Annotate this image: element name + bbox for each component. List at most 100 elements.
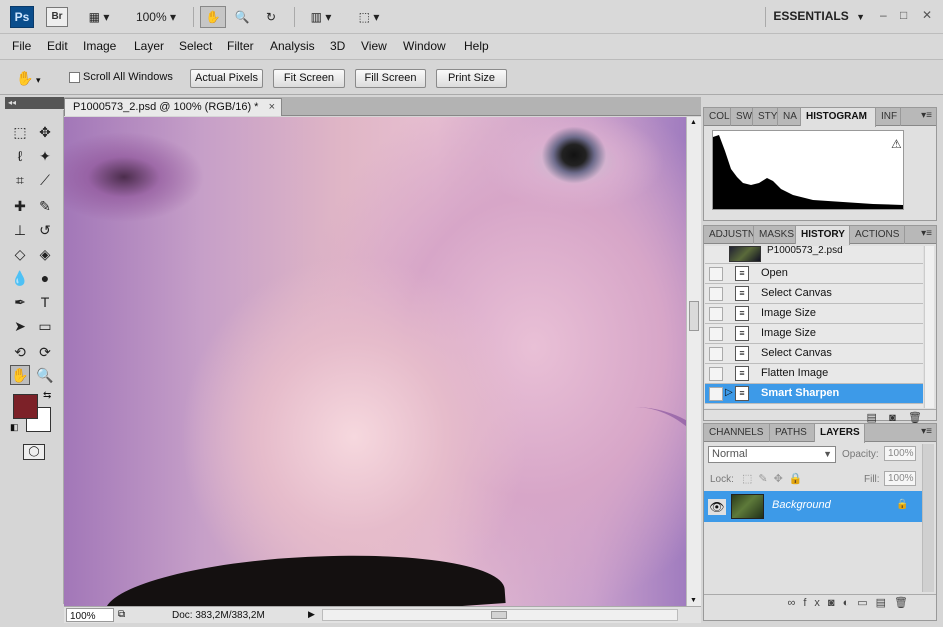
- vertical-scroll-thumb[interactable]: [689, 301, 699, 331]
- dodge-tool-icon[interactable]: ●: [35, 268, 55, 288]
- fill-screen-button[interactable]: Fill Screen: [355, 69, 426, 88]
- tab-layers[interactable]: LAYERS: [815, 424, 865, 443]
- actual-pixels-button[interactable]: Actual Pixels: [190, 69, 263, 88]
- blur-tool-icon[interactable]: 💧: [10, 268, 30, 288]
- magic-wand-icon[interactable]: ✦: [35, 146, 55, 166]
- workspace-switcher[interactable]: ESSENTIALS ▼: [773, 9, 865, 23]
- default-colors-icon[interactable]: ◧: [10, 422, 19, 433]
- tab-paths[interactable]: PATHS: [770, 424, 815, 442]
- menu-layer[interactable]: Layer: [134, 39, 164, 53]
- new-group-icon[interactable]: ▭: [857, 597, 875, 609]
- zoom-level-dropdown[interactable]: 100% ▾: [130, 6, 182, 28]
- zoom-tool-icon[interactable]: 🔍: [35, 365, 55, 385]
- history-state-slider-icon[interactable]: ▷: [725, 387, 733, 398]
- tab-styles[interactable]: STY: [753, 108, 778, 126]
- history-item[interactable]: ≡ Image Size: [705, 304, 923, 324]
- history-item[interactable]: ≡ Flatten Image: [705, 364, 923, 384]
- eraser-icon[interactable]: ◇: [10, 244, 30, 264]
- horizontal-scrollbar[interactable]: [322, 609, 678, 621]
- tab-adjustments[interactable]: ADJUSTN: [704, 226, 754, 244]
- close-document-icon[interactable]: ×: [269, 99, 275, 115]
- clone-stamp-icon[interactable]: ⊥: [10, 220, 30, 240]
- menu-select[interactable]: Select: [179, 39, 212, 53]
- lasso-tool-icon[interactable]: ℓ: [10, 146, 30, 166]
- adjustment-layer-icon[interactable]: ◐: [843, 597, 858, 609]
- view-extras-button[interactable]: ▦ ▾: [80, 6, 118, 28]
- menu-help[interactable]: Help: [464, 39, 489, 53]
- launch-bridge-button[interactable]: Br: [46, 7, 68, 27]
- tab-histogram[interactable]: HISTOGRAM: [801, 108, 876, 127]
- history-item[interactable]: ≡ Select Canvas: [705, 284, 923, 304]
- panel-menu-icon[interactable]: ▾≡: [921, 426, 932, 437]
- history-brush-icon[interactable]: ↺: [35, 220, 55, 240]
- image-canvas[interactable]: [64, 117, 686, 606]
- new-layer-icon[interactable]: ▤: [876, 597, 894, 609]
- menu-edit[interactable]: Edit: [47, 39, 68, 53]
- scroll-all-windows-checkbox[interactable]: [69, 72, 80, 83]
- horizontal-scroll-thumb[interactable]: [491, 611, 507, 619]
- tool-preset-picker[interactable]: ✋ ▾: [16, 67, 58, 89]
- brush-tool-icon[interactable]: ✎: [35, 196, 55, 216]
- delete-layer-icon[interactable]: 🗑: [894, 597, 916, 609]
- history-source-box[interactable]: [709, 287, 723, 301]
- rectangle-tool-icon[interactable]: ▭: [35, 316, 55, 336]
- menu-filter[interactable]: Filter: [227, 39, 254, 53]
- print-size-button[interactable]: Print Size: [436, 69, 507, 88]
- history-item[interactable]: ≡ Open: [705, 264, 923, 284]
- history-snapshot[interactable]: P1000573_2.psd: [705, 246, 923, 264]
- paint-bucket-icon[interactable]: ◈: [35, 244, 55, 264]
- scroll-down-icon[interactable]: ▼: [690, 597, 697, 604]
- vertical-scrollbar[interactable]: ▲ ▼: [686, 117, 701, 606]
- tab-info[interactable]: INF: [876, 108, 901, 126]
- opacity-field[interactable]: 100%: [884, 446, 916, 461]
- menu-image[interactable]: Image: [83, 39, 116, 53]
- status-menu-arrow-icon[interactable]: ▶: [308, 607, 315, 622]
- tools-panel-collapse[interactable]: ◂◂: [5, 97, 64, 109]
- history-source-box[interactable]: [709, 367, 723, 381]
- history-source-box[interactable]: [709, 307, 723, 321]
- tab-color[interactable]: COL: [704, 108, 731, 126]
- panel-menu-icon[interactable]: ▾≡: [921, 228, 932, 239]
- tab-history[interactable]: HISTORY: [796, 226, 850, 245]
- rotate-view-button[interactable]: ↻: [258, 6, 284, 28]
- history-source-box[interactable]: [709, 387, 723, 401]
- healing-brush-icon[interactable]: ✚: [10, 196, 30, 216]
- arrange-documents-button[interactable]: ▥ ▾: [302, 6, 340, 28]
- history-source-box[interactable]: [709, 347, 723, 361]
- status-zoom-field[interactable]: 100%: [66, 608, 114, 622]
- move-tool-icon[interactable]: ✥: [35, 122, 55, 142]
- tab-navigator[interactable]: NA: [778, 108, 801, 126]
- add-mask-icon[interactable]: ◙: [828, 597, 843, 609]
- foreground-color-swatch[interactable]: [13, 394, 38, 419]
- hand-tool-button[interactable]: ✋: [200, 6, 226, 28]
- history-item[interactable]: ≡ Image Size: [705, 324, 923, 344]
- layers-scrollbar[interactable]: [922, 444, 934, 592]
- menu-analysis[interactable]: Analysis: [270, 39, 315, 53]
- status-preview-icon[interactable]: ⧉: [118, 607, 125, 622]
- link-layers-icon[interactable]: ∞: [788, 597, 804, 609]
- 3d-rotate-icon[interactable]: ⟲: [10, 342, 30, 362]
- crop-tool-icon[interactable]: ⌗: [10, 170, 30, 190]
- tab-masks[interactable]: MASKS: [754, 226, 796, 244]
- fit-screen-button[interactable]: Fit Screen: [273, 69, 345, 88]
- hand-tool-icon[interactable]: ✋: [10, 365, 30, 385]
- scroll-up-icon[interactable]: ▲: [690, 119, 697, 126]
- path-selection-icon[interactable]: ➤: [10, 316, 30, 336]
- history-scrollbar[interactable]: [924, 246, 934, 408]
- history-source-box[interactable]: [709, 267, 723, 281]
- marquee-tool-icon[interactable]: ⬚: [10, 122, 30, 142]
- lock-options-icons[interactable]: ⬚✎✥🔒: [742, 472, 809, 485]
- history-source-box[interactable]: [709, 327, 723, 341]
- visibility-eye-icon[interactable]: 👁: [708, 499, 726, 515]
- history-item-selected[interactable]: ▷ ≡ Smart Sharpen: [705, 384, 923, 404]
- menu-window[interactable]: Window: [403, 39, 446, 53]
- histogram-warning-icon[interactable]: ⚠: [891, 137, 902, 151]
- swap-colors-icon[interactable]: ⇆: [43, 390, 51, 401]
- screen-mode-button[interactable]: ⬚ ▾: [350, 6, 388, 28]
- quick-mask-button[interactable]: ◯: [23, 444, 45, 460]
- tab-channels[interactable]: CHANNELS: [704, 424, 770, 442]
- 3d-orbit-icon[interactable]: ⟳: [35, 342, 55, 362]
- menu-3d[interactable]: 3D: [330, 39, 345, 53]
- tab-actions[interactable]: ACTIONS: [850, 226, 905, 244]
- maximize-button[interactable]: □: [900, 8, 907, 22]
